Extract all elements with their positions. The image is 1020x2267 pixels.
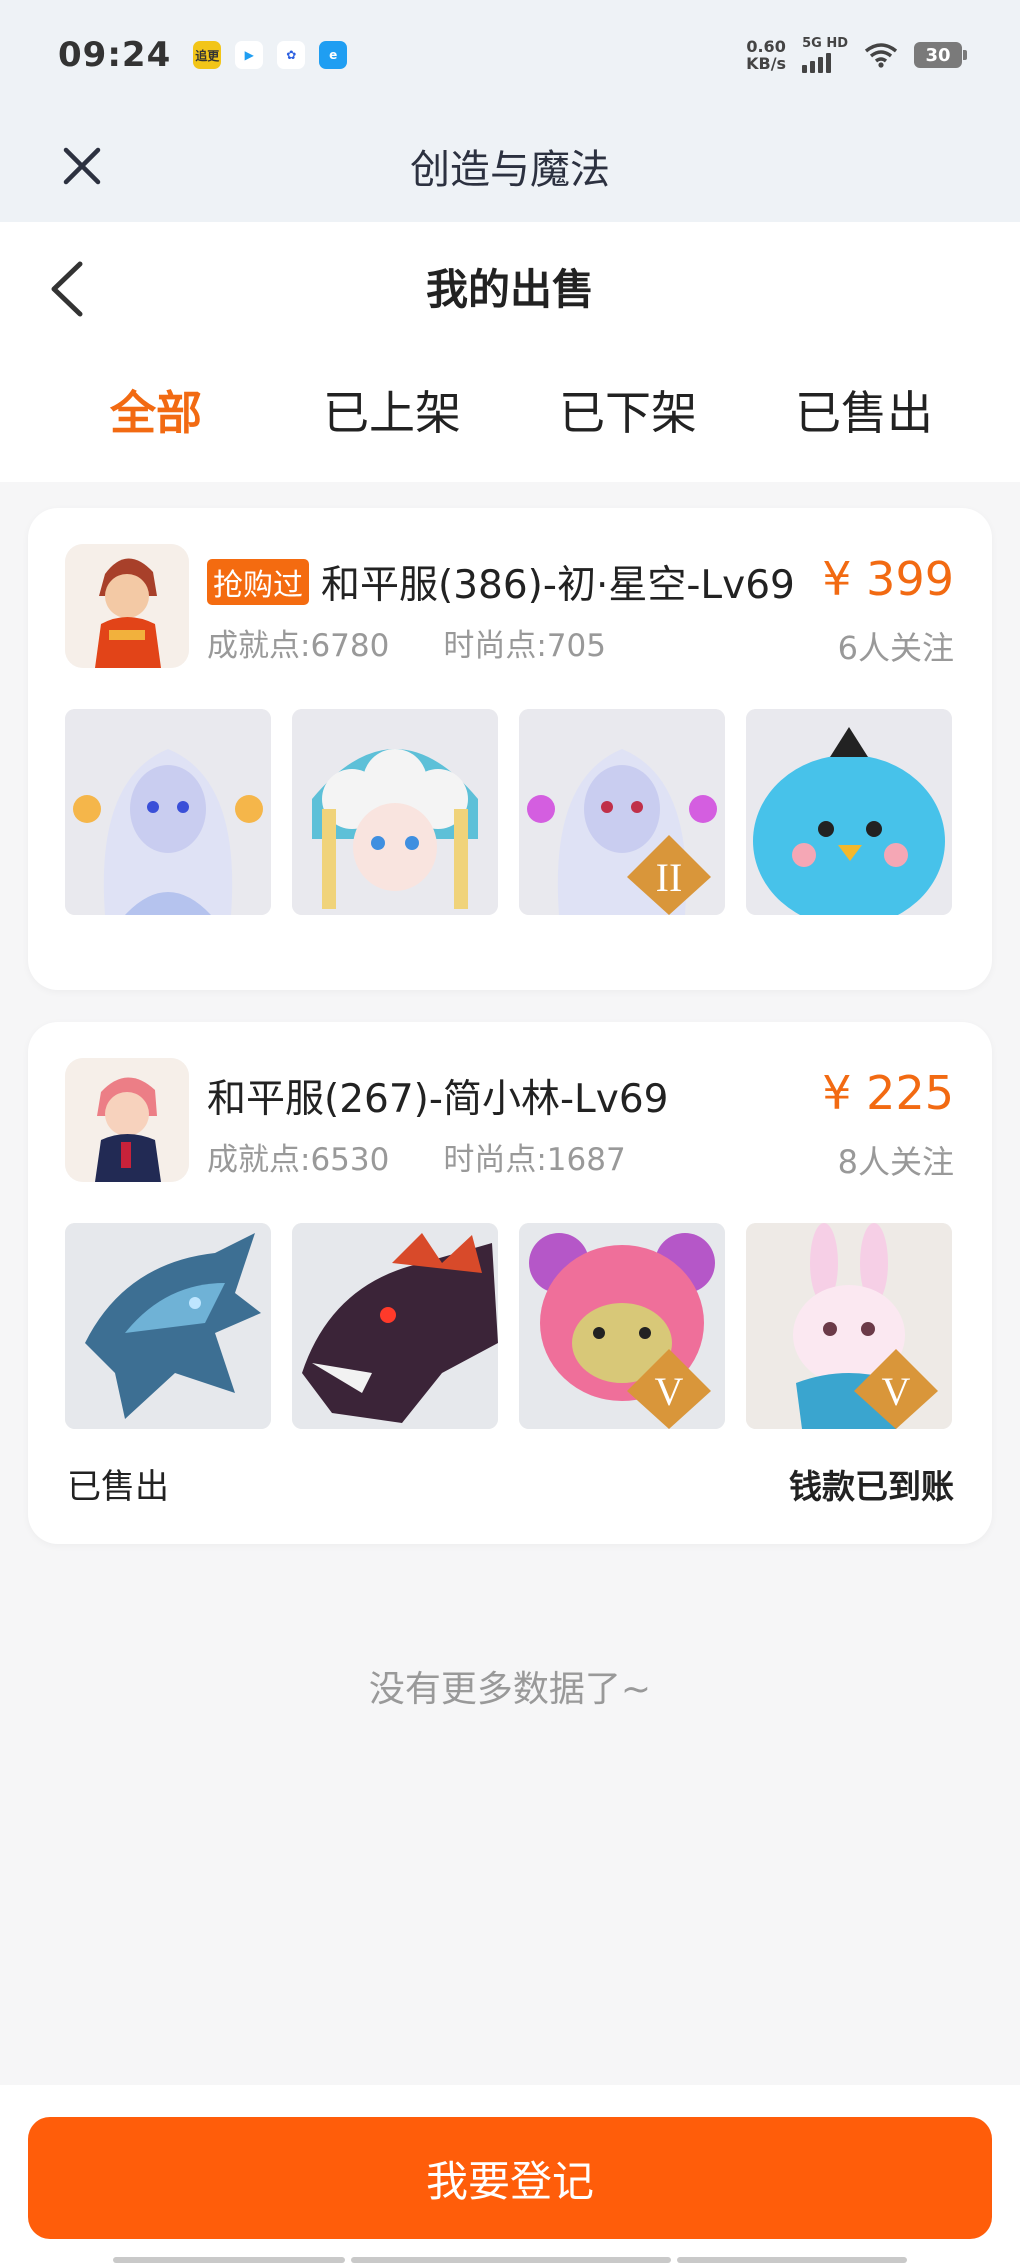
status-app-icons: 追更 ▶ ✿ e <box>193 41 348 69</box>
character-avatar <box>65 544 189 668</box>
flash-sale-badge: 抢购过 <box>207 559 309 605</box>
item-thumbnail[interactable]: II <box>519 709 725 915</box>
network-speed: 0.60 KB/s <box>746 37 787 73</box>
baidu-paw-icon: ✿ <box>277 41 306 69</box>
status-bar: 09:24 追更 ▶ ✿ e 0.60 KB/s 5G HD 30 <box>0 0 1020 110</box>
page-title: 我的出售 <box>425 265 594 314</box>
tab-delisted[interactable]: 已下架 <box>510 377 746 443</box>
signal-icon <box>802 51 848 73</box>
register-button[interactable]: 我要登记 <box>28 2117 992 2239</box>
tab-listed[interactable]: 已上架 <box>274 377 510 443</box>
follower-count: 8人关注 <box>837 1143 954 1181</box>
item-thumbnail[interactable] <box>65 709 271 915</box>
svg-text:V: V <box>882 1369 911 1414</box>
listing-card[interactable]: 抢购过 和平服(386)-初·星空-Lv69 成就点:6780 时尚点:705 ¥… <box>28 508 992 990</box>
item-thumbnails: V V <box>65 1223 952 1429</box>
character-avatar <box>65 1058 189 1182</box>
yellow-app-icon: 追更 <box>193 41 222 69</box>
item-thumbnail[interactable] <box>292 1223 498 1429</box>
tab-bar: 全部 已上架 已下架 已售出 <box>0 377 1020 443</box>
status-time: 09:24 <box>58 35 172 75</box>
listing-stats: 成就点:6530 时尚点:1687 <box>207 1134 626 1179</box>
achievement-points: 成就点:6780 <box>207 628 390 664</box>
item-thumbnail[interactable]: V <box>746 1223 952 1429</box>
tab-all[interactable]: 全部 <box>38 377 274 443</box>
fashion-points: 时尚点:705 <box>443 628 606 664</box>
listing-card[interactable]: 和平服(267)-简小林-Lv69 成就点:6530 时尚点:1687 ¥ 225… <box>28 1022 992 1544</box>
listing-title: 和平服(267)-简小林-Lv69 <box>207 1068 668 1124</box>
home-indicator <box>0 2257 1020 2263</box>
listing-price: ¥ 225 <box>822 1066 954 1120</box>
browser-app-icon: e <box>319 41 348 69</box>
tab-sold[interactable]: 已售出 <box>746 377 982 443</box>
listing-title: 抢购过 和平服(386)-初·星空-Lv69 <box>207 554 795 610</box>
item-thumbnail[interactable]: V <box>519 1223 725 1429</box>
fashion-points: 时尚点:1687 <box>443 1142 626 1178</box>
follower-count: 6人关注 <box>837 629 954 667</box>
network-type: 5G HD <box>802 37 848 73</box>
item-thumbnail[interactable] <box>292 709 498 915</box>
payment-status: 钱款已到账 <box>789 1467 954 1506</box>
item-thumbnails: II <box>65 709 952 915</box>
achievement-points: 成就点:6530 <box>207 1142 390 1178</box>
close-icon[interactable] <box>60 144 104 188</box>
status-indicators: 0.60 KB/s 5G HD 30 <box>746 37 967 73</box>
listing-name: 和平服(386)-初·星空-Lv69 <box>321 563 795 608</box>
svg-text:V: V <box>655 1369 684 1414</box>
listing-stats: 成就点:6780 时尚点:705 <box>207 620 606 665</box>
item-thumbnail[interactable] <box>746 709 952 915</box>
sold-status: 已售出 <box>67 1467 169 1507</box>
listing-price: ¥ 399 <box>822 552 954 606</box>
item-thumbnail[interactable] <box>65 1223 271 1429</box>
wifi-icon <box>864 43 898 68</box>
app-title: 创造与魔法 <box>410 147 610 193</box>
svg-text:II: II <box>656 855 683 900</box>
footer: 我要登记 <box>0 2085 1020 2267</box>
listing-name: 和平服(267)-简小林-Lv69 <box>207 1077 669 1122</box>
app-header: 创造与魔法 <box>0 110 1020 222</box>
no-more-data-text: 没有更多数据了~ <box>368 1669 652 1710</box>
battery-icon: 30 <box>914 42 967 68</box>
play-app-icon: ▶ <box>235 41 264 69</box>
